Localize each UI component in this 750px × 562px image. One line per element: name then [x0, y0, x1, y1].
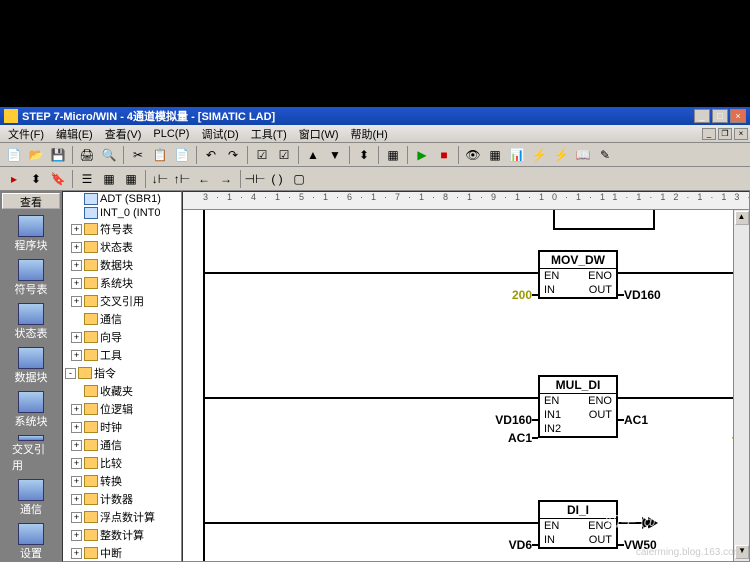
print-icon[interactable]: 🖨 [77, 145, 97, 165]
network-icon[interactable]: ▦ [383, 145, 403, 165]
navigation-bar: 查看 程序块 符号表 状态表 数据块 系统块 交叉引用 通信 设置 [0, 191, 62, 562]
tree-item[interactable]: +交叉引用 [63, 292, 181, 310]
tree-item[interactable]: +系统块 [63, 274, 181, 292]
force-icon[interactable]: ⚡ [529, 145, 549, 165]
mdi-minimize-button[interactable]: _ [702, 128, 716, 140]
menu-plc[interactable]: PLC(P) [147, 128, 195, 140]
footer-credit: caierming.blog.163.com [636, 547, 742, 558]
tree-item[interactable]: +整数计算 [63, 526, 181, 544]
branch-left-icon[interactable]: ← [194, 169, 214, 189]
tree-item[interactable]: ADT (SBR1) [63, 192, 181, 206]
grid2-icon[interactable]: ▦ [121, 169, 141, 189]
mdi-restore-button[interactable]: ❐ [718, 128, 732, 140]
menu-bar: 文件(F) 编辑(E) 查看(V) PLC(P) 调试(D) 工具(T) 窗口(… [0, 125, 750, 143]
nav-cross-ref[interactable]: 交叉引用 [12, 435, 50, 473]
write-icon[interactable]: ✎ [595, 145, 615, 165]
ruler: 3·1·4·1·5·1·6·1·7·1·8·1·9·1·10·1·11·1·12… [183, 192, 749, 210]
tree-item[interactable]: -指令 [63, 364, 181, 382]
menu-window[interactable]: 窗口(W) [293, 126, 345, 142]
chart-icon[interactable]: 📊 [507, 145, 527, 165]
address-icon[interactable]: ⬍ [26, 169, 46, 189]
open-icon[interactable]: 📂 [26, 145, 46, 165]
unforce-icon[interactable]: ⚡ [551, 145, 571, 165]
tree-item[interactable]: +通信 [63, 436, 181, 454]
close-button[interactable]: × [730, 109, 746, 123]
menu-edit[interactable]: 编辑(E) [50, 126, 99, 142]
ladder-block-mov_dw[interactable]: MOV_DWENENOINOUT [538, 250, 618, 299]
contact-down-icon[interactable]: ↓⊢ [150, 169, 170, 189]
tree-item[interactable]: INT_0 (INT0 [63, 206, 181, 220]
read-icon[interactable]: 📖 [573, 145, 593, 165]
copy-icon[interactable]: 📋 [150, 145, 170, 165]
vertical-scrollbar[interactable]: ▲ ▼ [733, 210, 749, 561]
ladder-canvas[interactable]: 3·1·4·1·5·1·6·1·7·1·8·1·9·1·10·1·11·1·12… [182, 191, 750, 562]
status-icon[interactable]: ▦ [485, 145, 505, 165]
nav-settings[interactable]: 设置 [12, 523, 50, 561]
compile-all-icon[interactable]: ☑ [274, 145, 294, 165]
tree-item[interactable]: +状态表 [63, 238, 181, 256]
tree-item[interactable]: +工具 [63, 346, 181, 364]
tree-item[interactable]: +浮点数计算 [63, 508, 181, 526]
upload-icon[interactable]: ▲ [303, 145, 323, 165]
monitor-icon[interactable]: 👁 [463, 145, 483, 165]
menu-file[interactable]: 文件(F) [2, 126, 50, 142]
stop-icon[interactable]: ■ [434, 145, 454, 165]
contact-icon[interactable]: ⊣⊢ [245, 169, 265, 189]
tree-item[interactable]: 通信 [63, 310, 181, 328]
watermark: 知乎 @虚拟人生 [603, 508, 720, 532]
minimize-button[interactable]: _ [694, 109, 710, 123]
toggle-icon[interactable]: ☰ [77, 169, 97, 189]
bookmark-icon[interactable]: 🔖 [48, 169, 68, 189]
box-icon[interactable]: ▢ [289, 169, 309, 189]
mdi-close-button[interactable]: × [734, 128, 748, 140]
grid-icon[interactable]: ▦ [99, 169, 119, 189]
save-icon[interactable]: 💾 [48, 145, 68, 165]
title-bar: STEP 7-Micro/WIN - 4通道模拟量 - [SIMATIC LAD… [0, 107, 750, 125]
coil-icon[interactable]: ( ) [267, 169, 287, 189]
cut-icon[interactable]: ✂ [128, 145, 148, 165]
new-icon[interactable]: 📄 [4, 145, 24, 165]
tree-item[interactable]: +符号表 [63, 220, 181, 238]
window-title: STEP 7-Micro/WIN - 4通道模拟量 - [SIMATIC LAD… [22, 108, 694, 124]
sort-icon[interactable]: ⬍ [354, 145, 374, 165]
tree-item[interactable]: +时钟 [63, 418, 181, 436]
instruction-tree[interactable]: ADT (SBR1)INT_0 (INT0+符号表+状态表+数据块+系统块+交叉… [62, 191, 182, 562]
ladder-block-mul_di[interactable]: MUL_DIENENOIN1OUTIN2 [538, 375, 618, 438]
tree-item[interactable]: +转换 [63, 472, 181, 490]
symbol-icon[interactable]: ▸ [4, 169, 24, 189]
scroll-up-icon[interactable]: ▲ [735, 211, 749, 225]
nav-program-block[interactable]: 程序块 [12, 215, 50, 253]
nav-comm[interactable]: 通信 [12, 479, 50, 517]
branch-right-icon[interactable]: → [216, 169, 236, 189]
download-icon[interactable]: ▼ [325, 145, 345, 165]
tree-item[interactable]: +计数器 [63, 490, 181, 508]
tree-item[interactable]: +向导 [63, 328, 181, 346]
nav-status-chart[interactable]: 状态表 [12, 303, 50, 341]
tree-item[interactable]: +比较 [63, 454, 181, 472]
toolbar-main: 📄 📂 💾 🖨 🔍 ✂ 📋 📄 ↶ ↷ ☑ ☑ ▲ ▼ ⬍ ▦ ▶ ■ 👁 ▦ … [0, 143, 750, 167]
tree-item[interactable]: +数据块 [63, 256, 181, 274]
nav-data-block[interactable]: 数据块 [12, 347, 50, 385]
menu-tools[interactable]: 工具(T) [245, 126, 293, 142]
menu-debug[interactable]: 调试(D) [195, 126, 244, 142]
redo-icon[interactable]: ↷ [223, 145, 243, 165]
maximize-button[interactable]: □ [712, 109, 728, 123]
contact-up-icon[interactable]: ↑⊢ [172, 169, 192, 189]
toolbar-ladder: ▸ ⬍ 🔖 ☰ ▦ ▦ ↓⊢ ↑⊢ ← → ⊣⊢ ( ) ▢ [0, 167, 750, 191]
undo-icon[interactable]: ↶ [201, 145, 221, 165]
nav-symbol-table[interactable]: 符号表 [12, 259, 50, 297]
compile-icon[interactable]: ☑ [252, 145, 272, 165]
nav-system-block[interactable]: 系统块 [12, 391, 50, 429]
app-icon [4, 109, 18, 123]
menu-view[interactable]: 查看(V) [99, 126, 148, 142]
tree-item[interactable]: 收藏夹 [63, 382, 181, 400]
run-icon[interactable]: ▶ [412, 145, 432, 165]
tree-item[interactable]: +位逻辑 [63, 400, 181, 418]
menu-help[interactable]: 帮助(H) [345, 126, 394, 142]
tree-item[interactable]: +中断 [63, 544, 181, 562]
preview-icon[interactable]: 🔍 [99, 145, 119, 165]
paste-icon[interactable]: 📄 [172, 145, 192, 165]
nav-header: 查看 [2, 193, 60, 209]
